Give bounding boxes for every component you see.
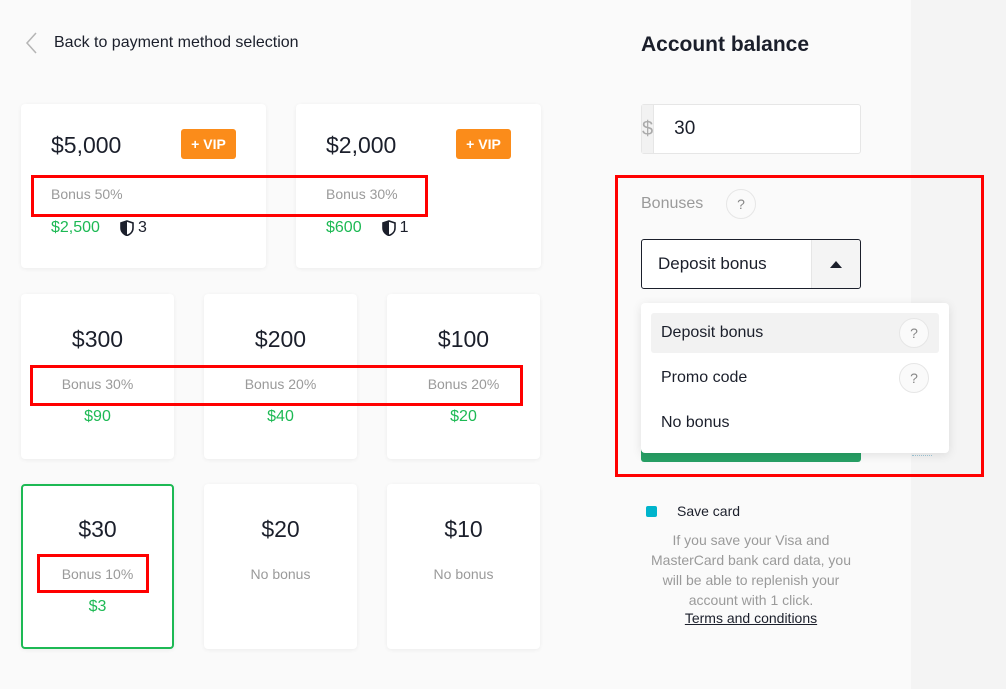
card-bonus-percent: Bonus 20% [244, 376, 317, 392]
card-bonus-value: $600 [326, 219, 362, 236]
card-bonus-value: $2,500 [51, 219, 100, 236]
amount-card-30[interactable]: $30 Bonus 10% $3 [21, 484, 174, 649]
bonus-dropdown-menu: Deposit bonus ? Promo code ? No bonus [641, 303, 949, 453]
card-amount: $300 [71, 326, 124, 352]
bonus-select-value: Deposit bonus [658, 254, 767, 273]
amount-card-5000[interactable]: $5,000 + VIP Bonus 50% $2,500 3 [21, 104, 266, 268]
shield-icon [381, 220, 396, 236]
card-bonus-percent: Bonus 50% [51, 186, 123, 202]
card-level: 1 [399, 219, 409, 236]
option-label: No bonus [661, 414, 730, 431]
bonus-select[interactable]: Deposit bonus [641, 239, 861, 289]
card-amount: $200 [254, 326, 307, 352]
option-label: Deposit bonus [661, 324, 764, 341]
back-to-payment-methods-link[interactable]: Back to payment method selection [24, 31, 299, 55]
card-bonus-percent: No bonus [433, 566, 494, 582]
account-balance-title: Account balance [641, 33, 810, 56]
bonuses-help-icon[interactable]: ? [726, 189, 756, 219]
card-amount: $10 [444, 516, 483, 542]
chevron-left-icon [25, 32, 37, 54]
back-link-label: Back to payment method selection [54, 34, 299, 51]
card-bonus-percent: No bonus [250, 566, 311, 582]
amount-field[interactable]: $ [641, 104, 920, 154]
save-card-note: If you save your Visa and MasterCard ban… [651, 532, 851, 608]
bonus-select-toggle[interactable] [811, 240, 860, 288]
amount-card-300[interactable]: $300 Bonus 30% $90 [21, 294, 174, 459]
card-bonus-value: $90 [84, 408, 111, 425]
amount-input[interactable] [654, 105, 920, 153]
option-label: Promo code [661, 369, 748, 386]
card-bonus-percent: Bonus 30% [61, 376, 134, 392]
bonus-option-promo-code[interactable]: Promo code ? [651, 358, 939, 398]
card-bonus-value: $20 [450, 408, 477, 425]
amount-card-100[interactable]: $100 Bonus 20% $20 [387, 294, 540, 459]
card-amount: $20 [261, 516, 300, 542]
save-card-checkbox[interactable]: Save card [646, 503, 740, 519]
save-card-label: Save card [677, 503, 741, 519]
caret-up-icon [830, 260, 842, 268]
amount-card-10[interactable]: $10 No bonus [387, 484, 540, 649]
card-bonus-value: $3 [88, 598, 107, 615]
bonus-option-none[interactable]: No bonus [651, 403, 939, 443]
card-level: 3 [137, 219, 147, 236]
terms-and-conditions-link[interactable]: Terms and conditions [685, 610, 817, 626]
dotted-separator [912, 455, 932, 456]
card-bonus-percent: Bonus 30% [326, 186, 398, 202]
card-bonus-percent: Bonus 10% [61, 566, 134, 582]
amount-card-200[interactable]: $200 Bonus 20% $40 [204, 294, 357, 459]
bonus-option-deposit[interactable]: Deposit bonus ? [651, 313, 939, 353]
checkbox-checked-icon[interactable] [646, 505, 657, 517]
vip-badge: + VIP [181, 129, 236, 159]
card-amount: $5,000 [51, 132, 122, 158]
card-bonus-value: $40 [267, 408, 294, 425]
amount-card-20[interactable]: $20 No bonus [204, 484, 357, 649]
currency-symbol: $ [642, 105, 655, 153]
card-bonus-percent: Bonus 20% [427, 376, 500, 392]
card-amount: $2,000 [326, 132, 397, 158]
shield-icon [120, 220, 134, 236]
amount-card-2000[interactable]: $2,000 + VIP Bonus 30% $600 1 [296, 104, 541, 268]
card-amount: $100 [437, 326, 490, 352]
card-amount: $30 [78, 516, 117, 542]
vip-badge: + VIP [456, 129, 511, 159]
promo-code-help-icon[interactable]: ? [899, 363, 929, 393]
deposit-bonus-help-icon[interactable]: ? [899, 318, 929, 348]
bonuses-label: Bonuses [641, 195, 704, 212]
